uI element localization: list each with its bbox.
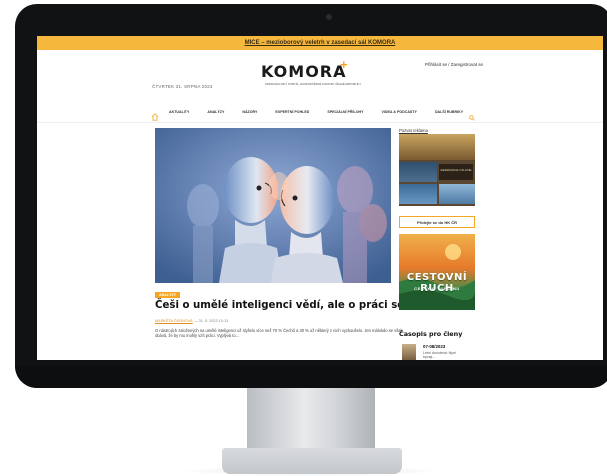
nav-item-videa-podcasty[interactable]: VIDEA & PODCASTY xyxy=(382,110,417,114)
promo-bar[interactable]: MICE – mezioborový veletrh v zasedací sá… xyxy=(37,36,603,50)
article-title[interactable]: Češi o umělé inteligenci vědí, ale o prá… xyxy=(155,300,443,311)
join-button[interactable]: Přidejte se do HK ČR xyxy=(399,216,475,228)
nav-item-dalsi-rubriky[interactable]: DALŠÍ RUBRIKY xyxy=(435,110,463,114)
ad-label[interactable]: Pozvat reklama xyxy=(399,128,428,133)
nav-item-nazory[interactable]: NÁZORY xyxy=(242,110,257,114)
article-excerpt: O nástrojích založených na umělé intelig… xyxy=(155,328,403,339)
magazine-text: Letní dovolená: Nyní bývají... xyxy=(423,351,456,360)
promo-link[interactable]: MICE – mezioborový veletrh v zasedací sá… xyxy=(245,40,396,46)
login-link[interactable]: Přihlásit se / Zaregistrovat se xyxy=(425,62,483,67)
magazine-heading: Časopis pro členy xyxy=(399,330,463,338)
ad-logo-text: REZERVACE ON-LINE xyxy=(440,168,472,172)
browser-viewport: MICE – mezioborový veletrh v zasedací sá… xyxy=(37,36,603,360)
nav-item-analyzy[interactable]: ANALÝZY xyxy=(207,110,224,114)
ad-image-spa xyxy=(439,184,475,204)
logo-subtitle: ZPRAVODAJSKÝ PORTÁL HOSPODÁŘSKÉ KOMORY Č… xyxy=(265,82,362,86)
ad-logo xyxy=(439,164,473,180)
ad-subtitle: CESTY O TURISMU xyxy=(414,286,460,291)
category-badge[interactable]: ANALÝZY xyxy=(155,292,180,298)
search-icon[interactable] xyxy=(469,108,475,121)
monitor-chin xyxy=(15,366,607,388)
nav-item-aktuality[interactable]: AKTUALITY xyxy=(169,110,189,114)
article-date: — 31. 8. 2023 10:13 xyxy=(193,319,229,323)
article-author[interactable]: MARKÉTA ČERNOVÁ xyxy=(155,319,193,323)
site-logo[interactable]: KOMORA + ZPRAVODAJSKÝ PORTÁL HOSPODÁŘSKÉ… xyxy=(261,57,361,86)
camera-icon xyxy=(326,14,332,20)
home-icon[interactable] xyxy=(151,108,159,121)
monitor-stand-neck xyxy=(247,388,375,450)
nav-item-specialni-prilohy[interactable]: SPECIÁLNÍ PŘÍLOHY xyxy=(327,110,363,114)
magazine-cover[interactable] xyxy=(402,344,416,360)
hotel-ad-banner[interactable]: REZERVACE ON-LINE xyxy=(399,134,475,206)
ad-image-hall xyxy=(399,134,475,160)
nav-item-expertni-pohled[interactable]: EXPERTNÍ POHLED xyxy=(275,110,309,114)
magazine-issue[interactable]: 07-08/2023 xyxy=(423,344,445,349)
tourism-ad-banner[interactable]: CESTOVNÍ RUCH CESTY O TURISMU xyxy=(399,234,475,310)
logo-text: KOMORA xyxy=(261,62,347,81)
logo-plus: + xyxy=(340,57,348,72)
article-hero-image[interactable] xyxy=(155,128,391,283)
article-meta: MARKÉTA ČERNOVÁ — 31. 8. 2023 10:13 xyxy=(155,319,228,323)
ad-image-room xyxy=(399,162,437,182)
main-nav: AKTUALITY ANALÝZY NÁZORY EXPERTNÍ POHLED… xyxy=(151,106,481,121)
current-date: ČTVRTEK 31. SRPNA 2023 xyxy=(152,84,213,89)
ad-image-pool xyxy=(399,184,437,204)
desktop-photo: MICE – mezioborový veletrh v zasedací sá… xyxy=(0,0,607,476)
monitor-stand-base xyxy=(222,448,402,474)
nav-divider xyxy=(37,122,603,123)
